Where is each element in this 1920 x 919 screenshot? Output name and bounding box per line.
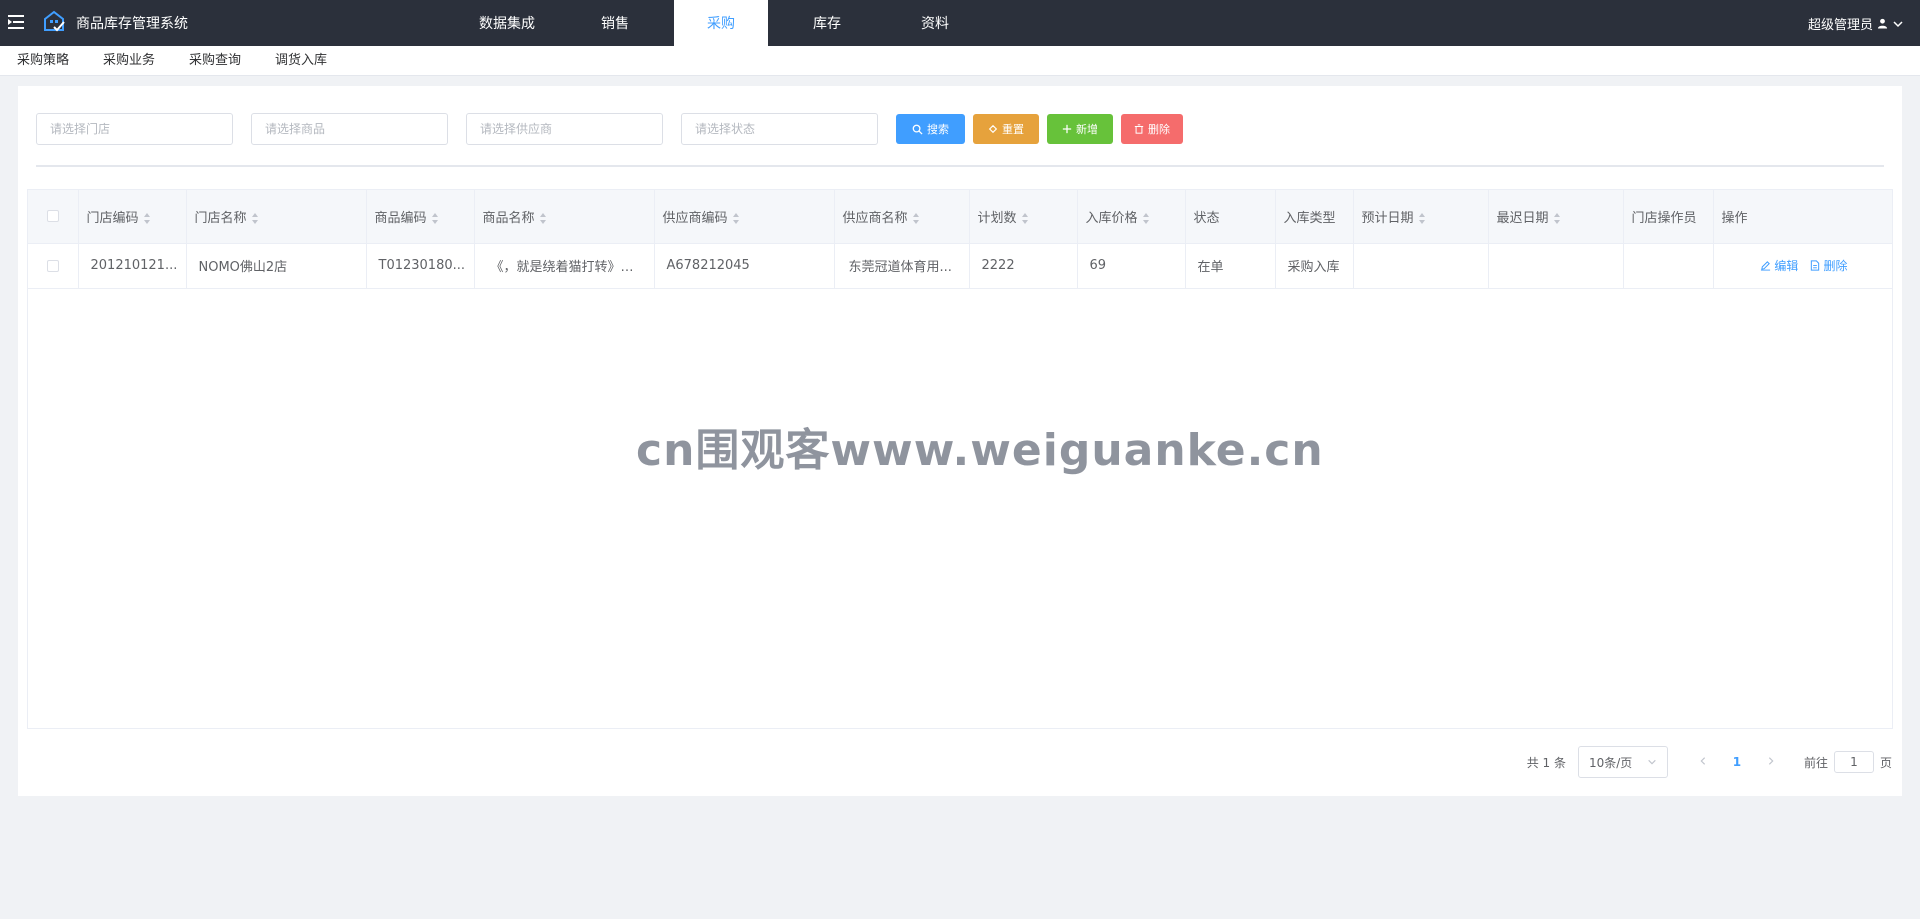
cell-expected-date — [1353, 243, 1489, 289]
select-all-cell — [28, 190, 79, 244]
product-select-input[interactable] — [251, 113, 448, 145]
column-header-product-name[interactable]: 商品名称 — [474, 190, 655, 244]
row-delete-link[interactable]: 删除 — [1810, 257, 1848, 274]
chevron-right-icon — [1768, 757, 1774, 765]
add-button[interactable]: 新增 — [1047, 114, 1113, 144]
delete-button[interactable]: 删除 — [1121, 114, 1183, 144]
user-icon — [1877, 18, 1888, 29]
search-button[interactable]: 搜索 — [896, 114, 965, 144]
page-jumper: 前往 页 — [1804, 751, 1892, 773]
menu-toggle-icon[interactable] — [6, 12, 26, 32]
add-button-label: 新增 — [1076, 123, 1098, 136]
sort-icon[interactable] — [1021, 212, 1029, 224]
sort-icon[interactable] — [1553, 212, 1561, 224]
cell-plan-qty: 2222 — [969, 243, 1078, 289]
sub-navbar: 采购策略 采购业务 采购查询 调货入库 — [0, 46, 1920, 76]
column-header-latest-date[interactable]: 最迟日期 — [1488, 190, 1624, 244]
subnav-item-purchase-strategy[interactable]: 采购策略 — [0, 46, 86, 76]
column-header-store-code[interactable]: 门店编码 — [78, 190, 187, 244]
column-header-store-name[interactable]: 门店名称 — [186, 190, 367, 244]
goto-page-input[interactable] — [1833, 751, 1874, 773]
filter-bar: 搜索 重置 新增 删除 — [36, 113, 1191, 145]
cell-product-code: T01230180... — [366, 243, 475, 289]
chevron-left-icon — [1700, 757, 1706, 765]
status-select-input[interactable] — [681, 113, 878, 145]
cell-type: 采购入库 — [1275, 243, 1354, 289]
page-number-current[interactable]: 1 — [1720, 755, 1754, 769]
sort-icon[interactable] — [732, 212, 740, 224]
row-checkbox[interactable] — [46, 259, 59, 272]
nav-tab-sales[interactable]: 销售 — [561, 0, 669, 46]
top-navbar: 商品库存管理系统 数据集成 销售 采购 库存 资料 超级管理员 — [0, 0, 1920, 46]
column-header-plan-qty[interactable]: 计划数 — [969, 190, 1078, 244]
subnav-item-purchase-query[interactable]: 采购查询 — [172, 46, 258, 76]
nav-tab-resources[interactable]: 资料 — [881, 0, 989, 46]
column-header-product-code[interactable]: 商品编码 — [366, 190, 475, 244]
app-title: 商品库存管理系统 — [76, 16, 188, 32]
prev-page-button[interactable] — [1686, 755, 1720, 769]
user-menu[interactable]: 超级管理员 — [1808, 14, 1904, 33]
sort-icon[interactable] — [1418, 212, 1426, 224]
column-header-operator: 门店操作员 — [1623, 190, 1714, 244]
column-header-actions: 操作 — [1713, 190, 1893, 244]
sort-icon[interactable] — [431, 212, 439, 224]
row-select-cell — [28, 243, 79, 289]
cell-store-name: NOMO佛山2店 — [186, 243, 367, 289]
nav-tab-inventory[interactable]: 库存 — [773, 0, 881, 46]
logo-icon — [42, 9, 66, 33]
main-nav-tabs: 数据集成 销售 采购 库存 资料 — [453, 0, 989, 46]
page-size-select[interactable]: 10条/页 — [1577, 746, 1668, 778]
column-header-type: 入库类型 — [1275, 190, 1354, 244]
document-icon — [1811, 259, 1820, 271]
cell-latest-date — [1488, 243, 1624, 289]
supplier-select-input[interactable] — [466, 113, 663, 145]
reset-icon — [988, 124, 998, 134]
chevron-down-icon — [1648, 759, 1656, 765]
column-header-supplier-name[interactable]: 供应商名称 — [834, 190, 970, 244]
cell-supplier-code: A678212045 — [654, 243, 835, 289]
search-icon — [912, 124, 923, 135]
watermark-text: cn围观客www.weiguanke.cn — [636, 425, 1324, 476]
sort-icon[interactable] — [1142, 212, 1150, 224]
goto-label: 前往 — [1803, 755, 1828, 770]
subnav-item-purchase-business[interactable]: 采购业务 — [86, 46, 172, 76]
nav-tab-purchase[interactable]: 采购 — [674, 0, 768, 46]
sort-icon[interactable] — [912, 212, 920, 224]
chevron-down-icon — [1892, 18, 1904, 30]
filter-divider — [36, 165, 1884, 167]
cell-actions: 编辑 删除 — [1713, 243, 1893, 289]
page-unit-label: 页 — [1879, 755, 1892, 770]
cell-product-name: 《，就是绕着猫打转》系... — [474, 243, 655, 289]
column-header-expected-date[interactable]: 预计日期 — [1353, 190, 1489, 244]
search-button-label: 搜索 — [927, 123, 949, 136]
reset-button[interactable]: 重置 — [973, 114, 1039, 144]
cell-status: 在单 — [1185, 243, 1276, 289]
subnav-item-transfer-in[interactable]: 调货入库 — [258, 46, 344, 76]
pagination: 共 1 条 10条/页 1 前往 页 — [1527, 746, 1892, 778]
table-header-row: 门店编码 门店名称 商品编码 商品名称 供应商编码 供应商名称 计划数 入库价格… — [28, 190, 1893, 244]
trash-icon — [1134, 124, 1144, 134]
cell-supplier-name: 东莞冠道体育用... — [834, 243, 970, 289]
pagination-total: 共 1 条 — [1526, 755, 1566, 770]
next-page-button[interactable] — [1754, 755, 1788, 769]
nav-tab-data-integration[interactable]: 数据集成 — [453, 0, 561, 46]
delete-button-label: 删除 — [1148, 123, 1170, 136]
sort-icon[interactable] — [539, 212, 547, 224]
column-header-status: 状态 — [1185, 190, 1276, 244]
edit-icon — [1761, 260, 1771, 271]
sort-icon[interactable] — [143, 212, 151, 224]
cell-price: 69 — [1077, 243, 1186, 289]
sort-icon[interactable] — [251, 212, 259, 224]
store-select-input[interactable] — [36, 113, 233, 145]
column-header-price[interactable]: 入库价格 — [1077, 190, 1186, 244]
plus-icon — [1062, 124, 1072, 134]
select-all-checkbox[interactable] — [46, 210, 59, 223]
table-row: 201210121... NOMO佛山2店 T01230180... 《，就是绕… — [28, 243, 1893, 289]
cell-operator — [1623, 243, 1714, 289]
user-name: 超级管理员 — [1807, 18, 1873, 33]
reset-button-label: 重置 — [1002, 123, 1024, 136]
cell-store-code: 201210121... — [78, 243, 187, 289]
edit-link[interactable]: 编辑 — [1760, 257, 1798, 274]
column-header-supplier-code[interactable]: 供应商编码 — [654, 190, 835, 244]
